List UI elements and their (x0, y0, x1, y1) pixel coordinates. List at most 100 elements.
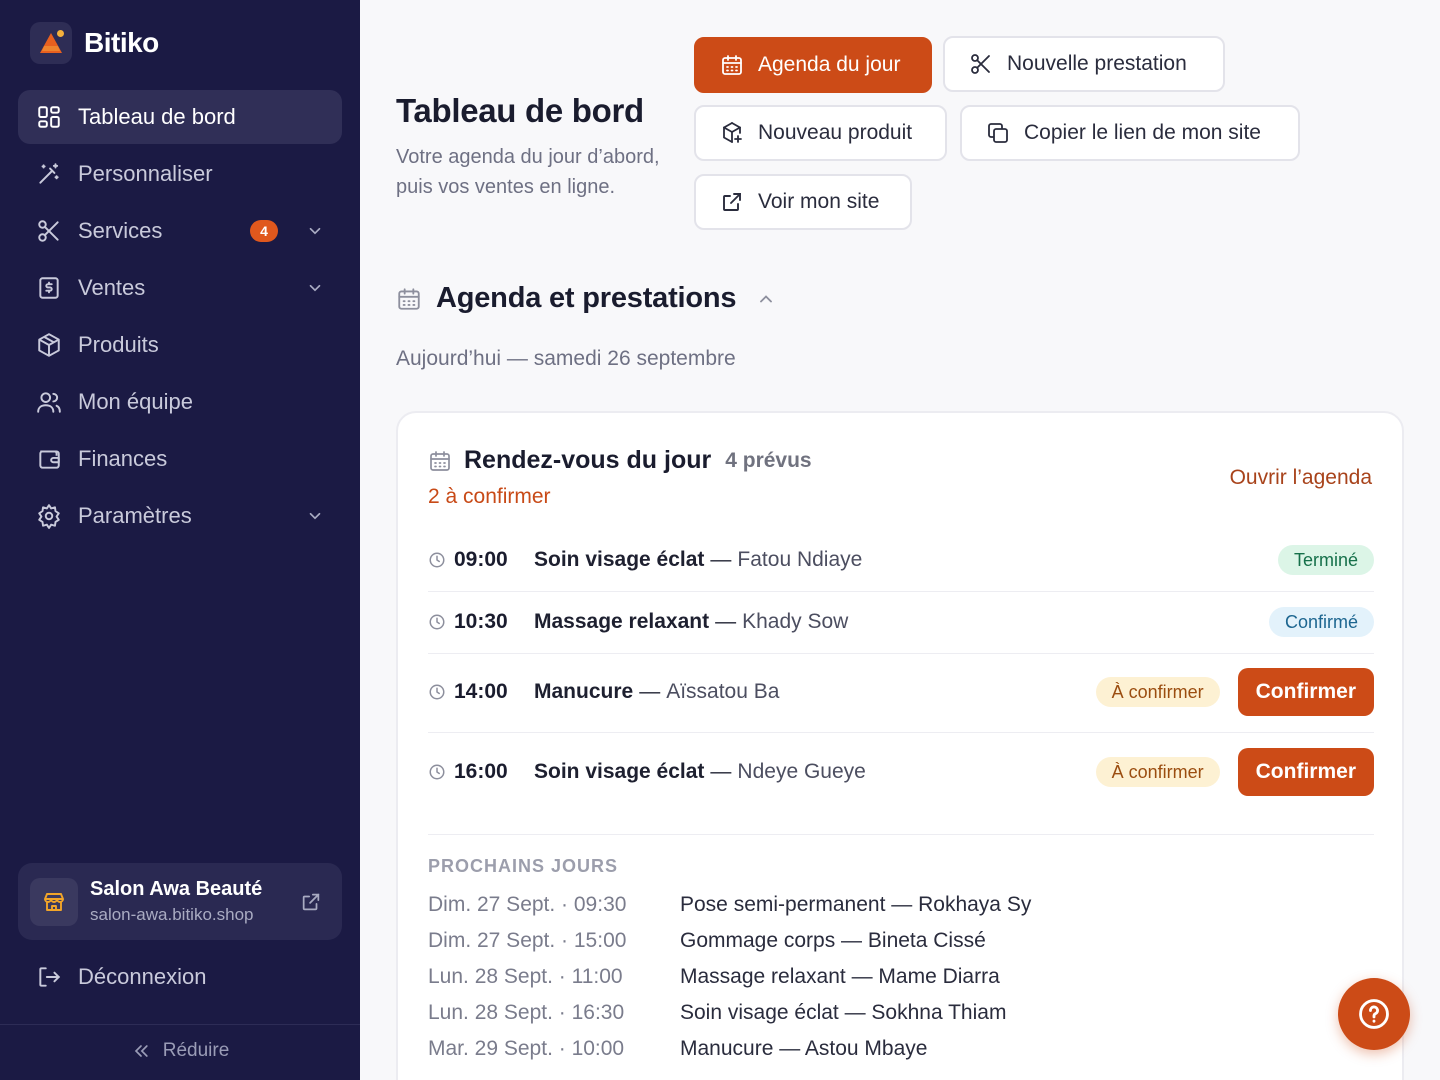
collapse-sidebar-button[interactable]: Réduire (0, 1040, 360, 1062)
upcoming-item[interactable]: Lun. 28 Sept. · 11:00 Massage relaxant —… (428, 965, 1000, 989)
agenda-section-header[interactable]: Agenda et prestations (396, 282, 776, 315)
shop-name: Salon Awa Beauté (90, 878, 263, 900)
help-button[interactable] (1338, 978, 1410, 1050)
calendar-icon (722, 55, 742, 75)
receipt-icon (39, 277, 59, 299)
external-link-icon[interactable] (300, 891, 322, 913)
clock-icon (429, 684, 445, 700)
package-plus-icon (723, 122, 742, 143)
sidebar-item-label: Finances (78, 446, 168, 471)
upcoming-when: Mar. 29 Sept. · 10:00 (428, 1037, 625, 1060)
upcoming-item[interactable]: Mar. 29 Sept. · 10:00 Manucure — Astou M… (428, 1037, 927, 1061)
row-divider (428, 591, 1374, 592)
appointment-client: Fatou Ndiaye (737, 548, 863, 571)
upcoming-what: Massage relaxant — Mame Diarra (680, 965, 1000, 988)
sidebar-item-label: Personnaliser (78, 161, 213, 186)
gear-icon (38, 504, 60, 529)
view-site-label: Voir mon site (758, 190, 880, 213)
collapse-label: Réduire (162, 1040, 230, 1061)
sidebar-divider (0, 1024, 360, 1025)
sidebar-item-team[interactable]: Mon équipe (18, 375, 342, 429)
scissors-icon (38, 220, 59, 242)
upcoming-what: Pose semi-permanent — Rokhaya Sy (680, 893, 1032, 916)
store-icon (30, 877, 78, 926)
sidebar-item-customize[interactable]: Personnaliser (18, 147, 342, 201)
sidebar: Bitiko Tableau de bord Personnaliser Ser… (0, 0, 360, 1080)
appointment-service: Soin visage éclat (534, 548, 705, 571)
page-subtitle: Votre agenda du jour d’abord, puis vos v… (396, 146, 660, 198)
separator-dash: — (639, 680, 661, 703)
upcoming-item[interactable]: Dim. 27 Sept. · 09:30 Pose semi-permanen… (428, 893, 1031, 917)
section-title: Agenda et prestations (436, 282, 737, 314)
sidebar-item-products[interactable]: Produits (18, 318, 342, 372)
sidebar-item-label: Produits (78, 332, 159, 357)
separator-dash: — (715, 610, 737, 633)
appointment-time: 10:30 (454, 610, 508, 633)
calendar-icon (430, 450, 450, 471)
upcoming-when: Dim. 27 Sept. · 15:00 (428, 929, 627, 952)
services-count-badge: 4 (250, 220, 278, 242)
wallet-icon (39, 450, 60, 469)
new-service-button[interactable]: Nouvelle prestation (943, 36, 1225, 92)
upcoming-what: Manucure — Astou Mbaye (680, 1037, 928, 1060)
sidebar-item-settings[interactable]: Paramètres (18, 489, 342, 543)
appointment-client: Khady Sow (742, 610, 849, 633)
upcoming-when: Lun. 28 Sept. · 11:00 (428, 965, 623, 988)
appointment-service: Massage relaxant (534, 610, 710, 633)
dashboard-icon (38, 106, 60, 128)
new-product-label: Nouveau produit (758, 121, 913, 144)
card-title: Rendez-vous du jour (464, 446, 712, 474)
clock-icon (429, 552, 445, 568)
copy-link-label: Copier le lien de mon site (1024, 121, 1261, 144)
confirm-button[interactable]: Confirmer (1237, 668, 1374, 716)
chevron-down-icon[interactable] (306, 279, 324, 297)
confirm-button[interactable]: Confirmer (1237, 748, 1374, 796)
upcoming-item[interactable]: Lun. 28 Sept. · 16:30 Soin visage éclat … (428, 1001, 1006, 1025)
agenda-button-label: Agenda du jour (758, 53, 901, 76)
appointment-row[interactable]: 16:00 Soin visage éclat — Ndeye Gueye À … (428, 748, 1374, 796)
brand-name: Bitiko (84, 27, 159, 58)
logo-icon (30, 22, 72, 64)
upcoming-what: Gommage corps — Bineta Cissé (680, 929, 986, 952)
appointments-count: 4 prévus (725, 448, 812, 472)
status-badge: À confirmer (1095, 677, 1220, 707)
chevron-up-icon[interactable] (756, 289, 776, 309)
upcoming-item[interactable]: Dim. 27 Sept. · 15:00 Gommage corps — Bi… (428, 929, 986, 953)
sidebar-item-services[interactable]: Services 4 (18, 204, 342, 258)
today-date: Aujourd’hui — samedi 26 septembre (396, 347, 736, 370)
appointment-service: Soin visage éclat (534, 760, 705, 783)
sidebar-item-sales[interactable]: Ventes (18, 261, 342, 315)
sidebar-item-finances[interactable]: Finances (18, 432, 342, 486)
logout-label: Déconnexion (78, 964, 207, 989)
appointment-time: 16:00 (454, 760, 508, 783)
shop-card[interactable]: Salon Awa Beauté salon-awa.bitiko.shop (18, 863, 342, 940)
users-icon (37, 392, 61, 413)
clock-icon (429, 764, 445, 780)
scissors-icon (971, 54, 990, 74)
upcoming-when: Lun. 28 Sept. · 16:30 (428, 1001, 625, 1024)
agenda-button[interactable]: Agenda du jour (694, 37, 932, 93)
upcoming-what: Soin visage éclat — Sokhna Thiam (680, 1001, 1007, 1024)
appointment-row[interactable]: 09:00 Soin visage éclat — Fatou Ndiaye T… (428, 545, 1374, 575)
logout-button[interactable]: Déconnexion (36, 964, 206, 990)
clock-icon (429, 614, 445, 630)
open-agenda-link[interactable]: Ouvrir l’agenda (1230, 466, 1372, 490)
view-site-button[interactable]: Voir mon site (694, 174, 912, 230)
brand[interactable]: Bitiko (30, 22, 159, 64)
logout-icon (39, 967, 61, 987)
copy-icon (988, 123, 1008, 143)
appointment-row[interactable]: 10:30 Massage relaxant — Khady Sow Confi… (428, 607, 1374, 637)
chevron-down-icon[interactable] (306, 507, 324, 525)
today-appointments-card: Rendez-vous du jour 4 prévus 2 à confirm… (396, 411, 1404, 1080)
page-title: Tableau de bord (396, 92, 644, 129)
new-product-button[interactable]: Nouveau produit (694, 105, 947, 161)
pending-count: 2 à confirmer (428, 485, 551, 508)
appointment-row[interactable]: 14:00 Manucure — Aïssatou Ba À confirmer… (428, 668, 1374, 716)
sidebar-item-label: Ventes (78, 275, 146, 300)
copy-site-link-button[interactable]: Copier le lien de mon site (960, 105, 1300, 161)
shop-url: salon-awa.bitiko.shop (90, 905, 254, 924)
upcoming-when: Dim. 27 Sept. · 09:30 (428, 893, 627, 916)
separator-dash: — (710, 548, 732, 571)
chevron-down-icon[interactable] (306, 222, 324, 240)
sidebar-item-dashboard[interactable]: Tableau de bord (18, 90, 342, 144)
